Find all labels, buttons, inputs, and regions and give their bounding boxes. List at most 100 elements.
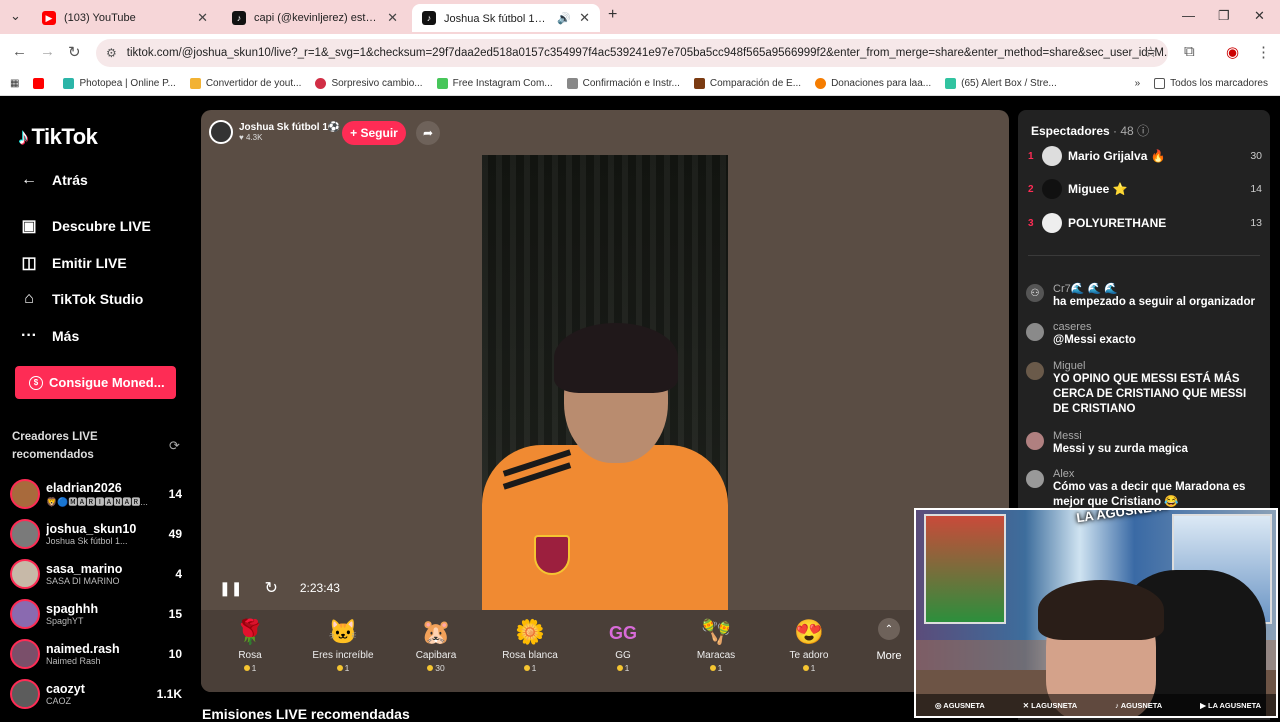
bookmark-item[interactable]: (65) Alert Box / Stre...: [945, 78, 1057, 89]
url-field[interactable]: ⚙ tiktok.com/@joshua_skun10/live?_r=1&_s…: [96, 39, 1168, 67]
creator-item[interactable]: naimed.rash Naimed Rash 10: [10, 636, 182, 672]
viewer-score: 14: [1250, 183, 1262, 195]
nav-discover-live[interactable]: ▣ Descubre LIVE: [18, 216, 150, 236]
bookmark-item[interactable]: Comparación de E...: [693, 78, 801, 89]
live-video[interactable]: [482, 155, 728, 613]
chat-message: ⚇ Cr7🌊 🌊 🌊 ha empezado a seguir al organi…: [1026, 282, 1262, 310]
avatar[interactable]: [1026, 362, 1044, 380]
viewer-name: Mario Grijalva 🔥: [1068, 149, 1166, 163]
coin-icon: $: [29, 375, 43, 390]
avatar: [1042, 179, 1062, 199]
creator-item[interactable]: joshua_skun10 Joshua Sk fútbol 1... 49: [10, 516, 182, 552]
top-viewer[interactable]: 3 POLYURETHANE 13: [1028, 212, 1262, 234]
share-icon[interactable]: ➦: [416, 121, 440, 145]
close-window-icon[interactable]: ✕: [1254, 8, 1265, 24]
message-user[interactable]: Miguel: [1053, 360, 1262, 372]
close-tab-icon[interactable]: ✕: [579, 10, 590, 26]
forward-icon[interactable]: →: [40, 43, 55, 60]
avatar[interactable]: [1026, 432, 1044, 450]
gift-item[interactable]: 🐱 Eres increíble 1: [298, 618, 388, 673]
tab-joshua-live[interactable]: ♪ Joshua Sk fútbol 1⚽ (@jo 🔊 ✕: [412, 4, 600, 32]
gift-item[interactable]: 😍 Te adoro 1: [764, 618, 854, 673]
message-user[interactable]: caseres: [1053, 321, 1136, 333]
chat-message: Miguel YO OPINO QUE MESSI ESTÁ MÁS CERCA …: [1026, 360, 1262, 417]
coin-icon: [616, 665, 623, 671]
nav-more[interactable]: ··· Más: [18, 327, 79, 345]
message-user[interactable]: Alex: [1053, 468, 1262, 480]
viewer-count: 4: [175, 567, 182, 581]
viewer-name: POLYURETHANE: [1068, 216, 1167, 230]
refresh-icon[interactable]: ⟳: [169, 438, 180, 454]
site-info-icon[interactable]: ⚙: [106, 46, 117, 60]
creator-subtitle: SASA DI MARINO: [46, 576, 120, 586]
bookmark-star-icon[interactable]: ☆: [1144, 43, 1157, 61]
gift-item[interactable]: 🐹 Capibara 30: [391, 618, 481, 673]
new-tab-button[interactable]: +: [608, 6, 617, 24]
nav-label: Más: [52, 328, 80, 344]
gift-item[interactable]: 🌼 Rosa blanca 1: [485, 618, 575, 673]
coin-icon: [802, 665, 809, 671]
info-icon[interactable]: ⓘ: [1137, 124, 1149, 138]
viewer-rank: 2: [1028, 183, 1034, 195]
tab-youtube[interactable]: ▶ (103) YouTube ✕: [32, 4, 218, 32]
tab-capi[interactable]: ♪ capi (@kevinljerez) está emitie ✕: [222, 4, 408, 32]
gift-item[interactable]: 🌹 Rosa 1: [205, 618, 295, 673]
avatar[interactable]: [1026, 323, 1044, 341]
camera-icon: ◫: [21, 255, 37, 272]
viewers-heading[interactable]: Espectadores · 48 ⓘ: [1031, 122, 1149, 139]
viewers-count: · 48: [1113, 124, 1134, 138]
creator-name: eladrian2026: [46, 480, 122, 495]
gift-item[interactable]: GG GG 1: [578, 618, 668, 673]
top-viewer[interactable]: 2 Miguee ⭐ 14: [1028, 178, 1262, 200]
tiktok-logo[interactable]: ♪ TikTok: [18, 124, 98, 150]
bookmark-item[interactable]: Donaciones para laa...: [815, 78, 931, 89]
social-handles: ◎ AGUSNETA ✕ LAGUSNETA ♪ AGUSNETA ▶ LA A…: [916, 694, 1276, 716]
message-user[interactable]: Messi: [1053, 430, 1188, 442]
reload-icon[interactable]: ↻: [68, 43, 81, 61]
chat-message: caseres @Messi exacto: [1026, 321, 1262, 348]
bookmarks-bar: ▦ Photopea | Online P... Convertidor de …: [0, 72, 1280, 96]
nav-tiktok-studio[interactable]: ⌂ TikTok Studio: [18, 290, 143, 308]
creator-item[interactable]: caozyt CAOZ 1.1K: [10, 676, 182, 712]
bookmark-item[interactable]: Convertidor de yout...: [189, 78, 301, 89]
bookmark-item[interactable]: Photopea | Online P...: [63, 78, 176, 89]
nav-back[interactable]: ← Atrás: [18, 171, 88, 189]
profile-icon[interactable]: ◉: [1226, 43, 1239, 61]
audio-icon[interactable]: 🔊: [557, 12, 571, 25]
follow-button[interactable]: + Seguir: [342, 121, 406, 145]
extensions-icon[interactable]: ⧉: [1184, 43, 1195, 60]
creator-item[interactable]: spaghhh SpaghYT 15: [10, 596, 182, 632]
creator-item[interactable]: sasa_marino SASA DI MARINO 4: [10, 556, 182, 592]
nav-go-live[interactable]: ◫ Emitir LIVE: [18, 253, 126, 273]
gift-name: Rosa blanca: [502, 650, 558, 661]
bookmark-item[interactable]: Confirmación e Instr...: [566, 78, 680, 89]
bookmark-youtube[interactable]: [33, 78, 49, 89]
apps-icon[interactable]: ▦: [10, 78, 19, 89]
pause-icon[interactable]: ❚❚: [219, 580, 242, 597]
gift-item[interactable]: 🪇 Maracas 1: [671, 618, 761, 673]
creator-item[interactable]: eladrian2026 🦁🔵🅼🅰🆁🅸🅰🅽🅰🆁... 14: [10, 476, 182, 512]
bookmark-item[interactable]: Sorpresivo cambio...: [315, 78, 423, 89]
tab-title: capi (@kevinljerez) está emitie: [254, 12, 379, 24]
live-player[interactable]: Joshua Sk fútbol 1⚽ ♥ 4.3K + Seguir ➦ ❚❚…: [201, 110, 1009, 692]
gift-name: Eres increíble: [312, 650, 374, 661]
host-info[interactable]: Joshua Sk fútbol 1⚽ ♥ 4.3K: [209, 120, 340, 144]
avatar[interactable]: [1026, 470, 1044, 488]
more-bookmarks-icon[interactable]: »: [1135, 78, 1141, 89]
menu-icon[interactable]: ⋮: [1256, 43, 1271, 61]
minimize-icon[interactable]: —: [1182, 8, 1195, 23]
tab-search-icon[interactable]: ⌄: [10, 8, 21, 24]
refresh-stream-icon[interactable]: ↻: [264, 578, 277, 598]
host-avatar[interactable]: [209, 120, 233, 144]
top-viewer[interactable]: 1 Mario Grijalva 🔥 30: [1028, 145, 1262, 167]
message-user[interactable]: Cr7🌊 🌊 🌊: [1053, 282, 1255, 295]
maximize-icon[interactable]: ❐: [1218, 8, 1230, 24]
close-tab-icon[interactable]: ✕: [197, 10, 208, 26]
close-tab-icon[interactable]: ✕: [387, 10, 398, 26]
get-coins-button[interactable]: $ Consigue Moned...: [15, 366, 176, 399]
all-bookmarks-folder[interactable]: Todos los marcadores: [1154, 78, 1268, 89]
bookmark-item[interactable]: Free Instagram Com...: [436, 78, 553, 89]
creator-name: caozyt: [46, 682, 85, 696]
back-icon[interactable]: ←: [12, 43, 27, 60]
more-gifts-button[interactable]: ⌃ More: [871, 618, 907, 662]
